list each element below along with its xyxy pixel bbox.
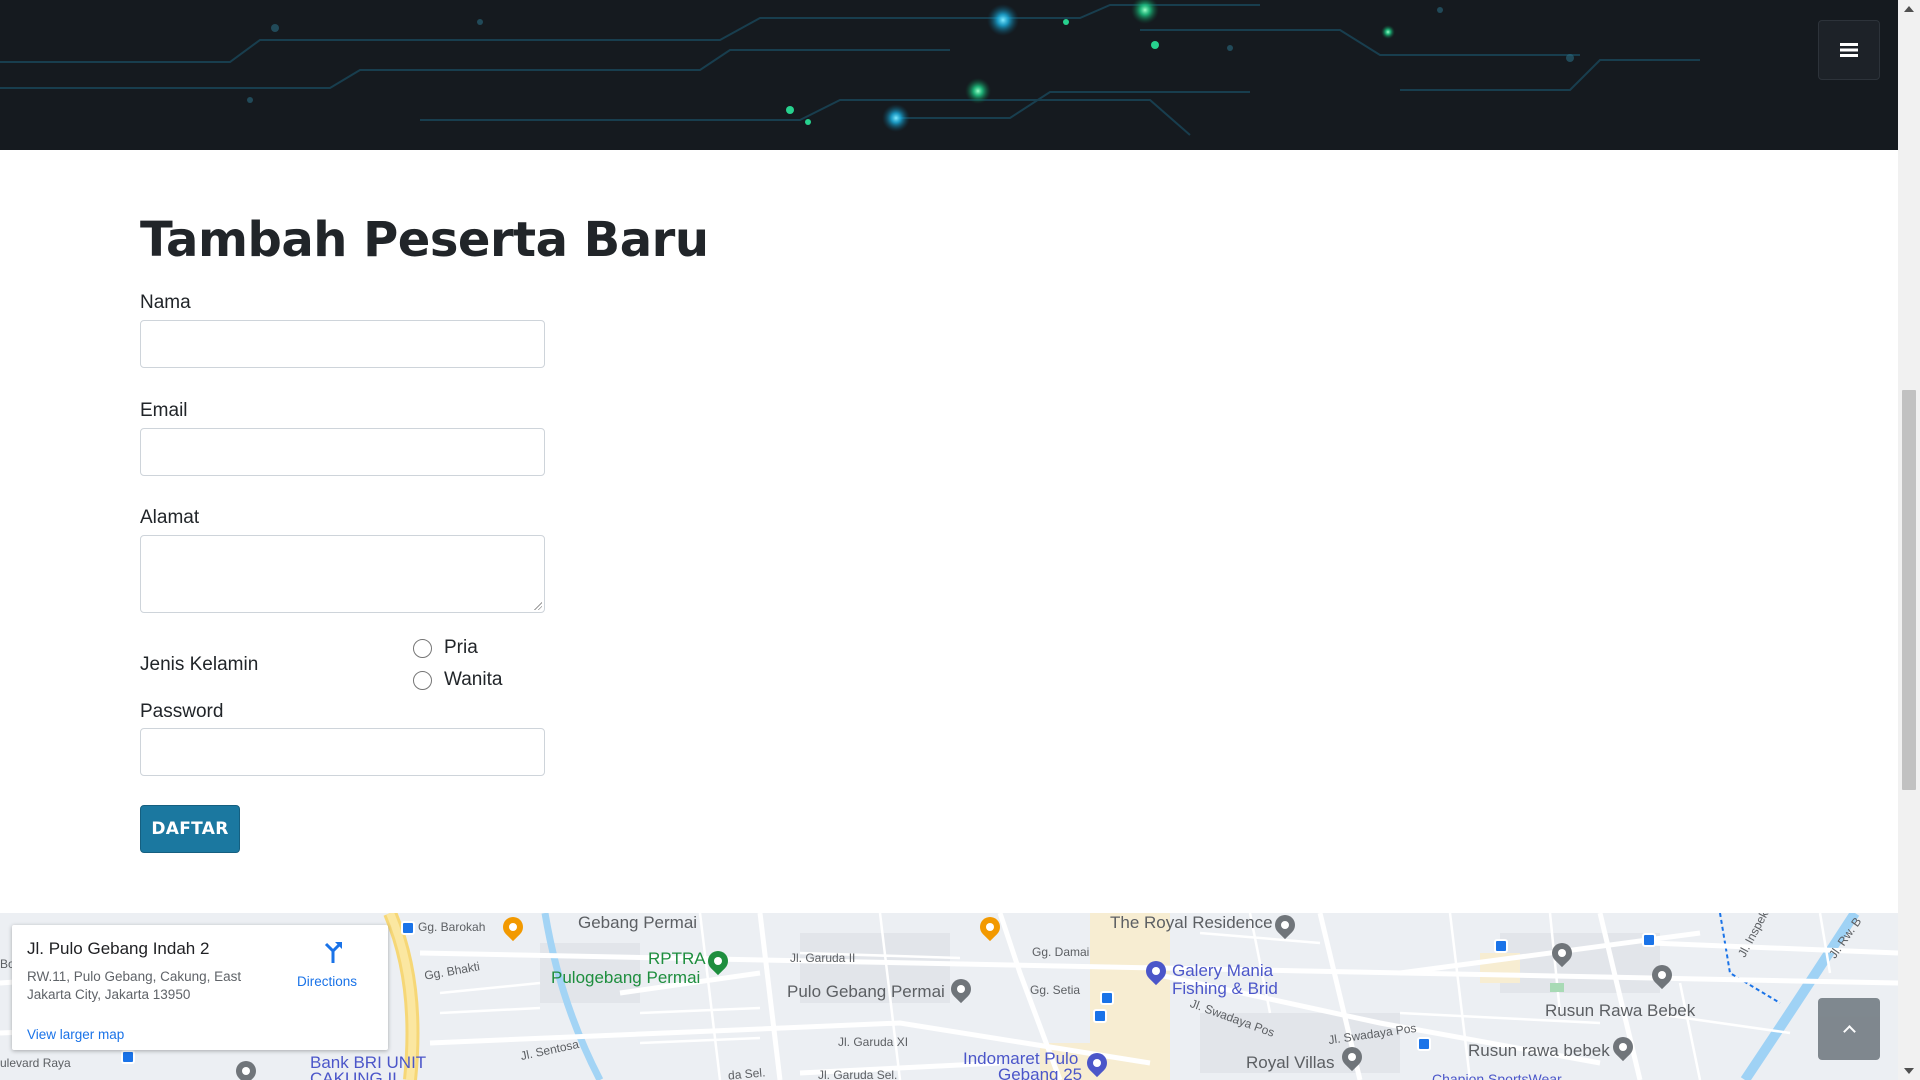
password-label: Password xyxy=(140,701,224,722)
password-input[interactable] xyxy=(140,728,545,776)
bus-stop-icon[interactable] xyxy=(1642,933,1656,947)
embedded-map[interactable]: Gg. Barokah Gebang Permai The Royal Resi… xyxy=(0,913,1898,1080)
map-label-bank-bri-2: CAKUNG II xyxy=(310,1069,397,1080)
scroll-up-arrow-icon[interactable] xyxy=(1904,6,1914,12)
map-label-indomaret-2: Gebang 25 xyxy=(998,1065,1083,1080)
map-label-champion: Chapion SportsWear xyxy=(1432,1071,1562,1080)
scrollbar-thumb[interactable] xyxy=(1902,390,1916,790)
radio-label-wanita: Wanita xyxy=(444,669,503,690)
bus-stop-icon[interactable] xyxy=(401,921,415,935)
map-label-rptra-1: RPTRA xyxy=(648,949,706,968)
map-label-barokah: Gg. Barokah xyxy=(418,920,486,934)
gender-option-pria[interactable]: Pria xyxy=(413,632,502,664)
map-label-galery-1: Galery Mania xyxy=(1172,961,1274,980)
chevron-up-icon xyxy=(1842,1025,1856,1038)
map-info-card: Jl. Pulo Gebang Indah 2 RW.11, Pulo Geba… xyxy=(12,925,388,1050)
map-label-royal-residence: The Royal Residence xyxy=(1110,913,1273,932)
map-label-da-sel: da Sel. xyxy=(727,1065,766,1080)
map-label-royal-villas: Royal Villas xyxy=(1246,1053,1335,1072)
gender-option-wanita[interactable]: Wanita xyxy=(413,664,502,696)
email-label: Email xyxy=(140,400,188,421)
daftar-button[interactable]: DAFTAR xyxy=(140,805,240,853)
map-place-name: Jl. Pulo Gebang Indah 2 xyxy=(27,939,210,958)
map-label-garuda-sel: Jl. Garuda Sel. xyxy=(818,1068,898,1080)
header-banner xyxy=(0,0,1898,150)
bus-stop-icon[interactable] xyxy=(1100,991,1114,1005)
page-title: Tambah Peserta Baru xyxy=(140,212,709,268)
map-label-damai: Gg. Damai xyxy=(1032,945,1090,959)
map-label-galery-2: Fishing & Brid xyxy=(1172,979,1278,998)
directions-link[interactable]: Directions xyxy=(297,974,357,989)
hamburger-menu-icon xyxy=(1840,43,1858,57)
radio-wanita[interactable] xyxy=(413,670,432,690)
scroll-down-arrow-icon[interactable] xyxy=(1904,1068,1914,1074)
bus-stop-icon[interactable] xyxy=(1417,1037,1431,1051)
map-label-setia: Gg. Setia xyxy=(1030,983,1081,997)
map-label-garuda-ii: Jl. Garuda II xyxy=(790,951,856,965)
view-larger-map-link[interactable]: View larger map xyxy=(27,1027,124,1042)
alamat-label: Alamat xyxy=(140,507,200,528)
radio-label-pria: Pria xyxy=(444,637,478,658)
radio-pria[interactable] xyxy=(413,638,432,658)
map-place-address: RW.11, Pulo Gebang, Cakung, East Jakarta… xyxy=(27,969,242,1002)
resize-grip-icon[interactable] xyxy=(533,601,542,610)
registration-form: Tambah Peserta Baru xyxy=(140,208,840,272)
map-label-gebang-permai: Gebang Permai xyxy=(578,913,698,932)
bus-stop-icon[interactable] xyxy=(1494,939,1508,953)
directions-icon[interactable] xyxy=(320,939,346,965)
map-label-rptra-2: Pulogebang Permai xyxy=(551,968,701,987)
scroll-to-top-button[interactable] xyxy=(1818,998,1880,1060)
email-input[interactable] xyxy=(140,428,545,476)
map-label-boulevard-raya: ulevard Raya xyxy=(0,1056,71,1070)
nama-input[interactable] xyxy=(140,320,545,368)
map-label-pulo-gebang-permai: Pulo Gebang Permai xyxy=(787,982,945,1001)
bus-stop-icon[interactable] xyxy=(1093,1009,1107,1023)
page-scrollbar[interactable] xyxy=(1898,0,1920,1080)
gender-options: Pria Wanita xyxy=(413,632,502,696)
nama-label: Nama xyxy=(140,292,191,313)
map-label-rusun-rawa-bebek-2: Rusun rawa bebek xyxy=(1468,1041,1610,1060)
map-label-garuda-xi: Jl. Garuda XI xyxy=(838,1035,909,1049)
menu-button[interactable] xyxy=(1818,20,1880,80)
gender-label: Jenis Kelamin xyxy=(140,654,259,675)
circuit-background xyxy=(0,0,1700,136)
bus-stop-icon[interactable] xyxy=(121,1050,135,1064)
map-label-rusun-rawa-bebek: Rusun Rawa Bebek xyxy=(1545,1001,1696,1020)
alamat-textarea[interactable] xyxy=(140,535,545,613)
